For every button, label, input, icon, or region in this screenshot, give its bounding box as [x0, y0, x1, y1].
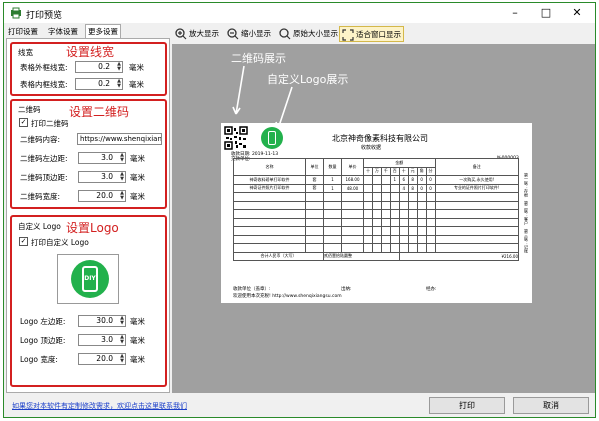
logo-left-margin-label: Logo 左边距: [20, 317, 66, 326]
zoom-in-button[interactable]: 放大显示 [175, 26, 219, 42]
receipt-side-note: 第一联：存根 第二联：客户 第三联：记账 [524, 173, 529, 253]
line-width-group: 线宽 设置线宽 表格外框线宽: 0.2 ▲ ▼ 毫米 表格内框线宽: 0.2 ▲ ▼ 毫… [10, 42, 167, 96]
unit-label: 毫米 [129, 80, 144, 89]
tab-print-settings[interactable]: 打印设置 [6, 25, 40, 38]
magnifier-icon [279, 28, 291, 40]
outer-line-input[interactable]: 0.2 ▲ ▼ [75, 61, 123, 73]
qr-code-group: 二维码 设置二维码 ✓ 打印二维码 二维码内容: https://www.she… [10, 99, 167, 209]
qr-top-margin-input[interactable]: 3.0 ▲ ▼ [78, 171, 126, 183]
zoom-out-icon [227, 28, 239, 40]
qr-left-margin-input[interactable]: 3.0 ▲ ▼ [78, 152, 126, 164]
unit-label: 毫米 [129, 63, 144, 72]
print-logo-label: 打印自定义 Logo [31, 238, 89, 247]
receipt-cashier: 出纳: [341, 287, 352, 292]
fit-window-button[interactable]: 适合窗口显示 [339, 26, 404, 42]
printer-icon [11, 7, 21, 19]
logo-width-label: Logo 宽度: [20, 355, 58, 364]
annotation-qr-code: 设置二维码 [69, 105, 130, 119]
print-logo-checkbox[interactable]: ✓ [19, 237, 28, 246]
print-qr-label: 打印二维码 [31, 119, 69, 128]
qr-content-input[interactable]: https://www.shenqixiangsu.com [77, 133, 162, 145]
inner-line-input[interactable]: 0.2 ▲ ▼ [75, 78, 123, 90]
print-button[interactable]: 打印 [429, 397, 505, 414]
unit-label: 毫米 [130, 355, 145, 364]
logo-group: 自定义 Logo 设置Logo ✓ 打印自定义 Logo DIY Logo 左边… [10, 215, 167, 387]
table-row [233, 234, 519, 244]
settings-tabs: 打印设置 字体设置 更多设置 [6, 24, 170, 38]
phone-icon: DIY [82, 266, 98, 292]
qr-code-icon [224, 126, 248, 150]
receipt-company: 北京神奇像素科技有限公司 [332, 134, 428, 143]
maximize-button[interactable]: □ [531, 3, 561, 23]
logo-top-margin-label: Logo 顶边距: [20, 336, 66, 345]
logo-width-input[interactable]: 20.0 ▲ ▼ [78, 353, 126, 365]
qr-top-margin-label: 二维码顶边距: [20, 173, 68, 182]
zoom-in-icon [175, 28, 187, 40]
table-row [233, 217, 519, 227]
receipt-payee: 收款单位（盖章）: [233, 287, 271, 292]
phone-icon [268, 131, 276, 145]
qr-content-label: 二维码内容: [20, 135, 61, 144]
group-header: 线宽 [18, 48, 33, 57]
contact-link[interactable]: 如果您对本软件有定制修改需求，欢迎点击这里联系我们 [12, 401, 187, 411]
receipt-page: 北京神奇像素科技有限公司 收款收据 收款日期: 2019-11-13 交款单位:… [221, 123, 532, 303]
receipt-table: 名称 单位 数量 单价 金额 备注 十万千百十元角分 神奇收料磅单打印软件套 1 168.00… [233, 158, 520, 261]
annotation-logo: 设置Logo [66, 221, 119, 235]
unit-label: 毫米 [130, 192, 145, 201]
table-row [233, 209, 519, 219]
qr-width-label: 二维码宽度: [20, 192, 61, 201]
unit-label: 毫米 [130, 173, 145, 182]
print-preview-window: 打印预览 – □ ✕ 打印设置 字体设置 更多设置 线宽 设置线宽 表格外框线宽… [3, 2, 596, 418]
qr-width-input[interactable]: 20.0 ▲ ▼ [78, 190, 126, 202]
logo-top-margin-input[interactable]: 3.0 ▲ ▼ [78, 334, 126, 346]
qr-left-margin-label: 二维码左边距: [20, 154, 68, 163]
minimize-button[interactable]: – [500, 3, 530, 23]
zoom-out-button[interactable]: 缩小显示 [227, 26, 271, 42]
receipt-handler: 经办: [426, 287, 437, 292]
window-title: 打印预览 [26, 11, 63, 21]
print-qr-checkbox[interactable]: ✓ [19, 118, 28, 127]
tab-font-settings[interactable]: 字体设置 [46, 25, 80, 38]
inner-line-label: 表格内框线宽: [20, 80, 68, 89]
logo-preview: DIY [57, 254, 119, 304]
original-size-button[interactable]: 原始大小显示 [279, 26, 338, 42]
unit-label: 毫米 [130, 154, 145, 163]
table-row: 神奇证件照片打印软件套 1 48.00 4 8 0 0 专业的证件照片打印软件! [233, 183, 519, 193]
table-row [233, 226, 519, 236]
receipt-logo [261, 127, 283, 149]
table-row [233, 243, 519, 253]
tab-more-settings[interactable]: 更多设置 [85, 24, 121, 38]
cancel-button[interactable]: 取消 [513, 397, 589, 414]
preview-toolbar: 放大显示 缩小显示 原始大小显示 适合窗口显示 [172, 24, 595, 44]
annotation-line-width: 设置线宽 [66, 45, 115, 59]
receipt-welcome: 欢迎使用本次充税! http://www.shenqixiangsu.com [233, 294, 342, 299]
status-bar: 如果您对本软件有定制修改需求，欢迎点击这里联系我们 打印 取消 [6, 393, 595, 417]
logo-circle: DIY [71, 260, 109, 298]
fit-window-icon [342, 29, 354, 41]
outer-line-label: 表格外框线宽: [20, 63, 68, 72]
preview-area[interactable]: 二维码展示 自定义Logo展示 北京神奇像素科技有限公司 收款收据 收款日期: … [172, 44, 595, 393]
close-button[interactable]: ✕ [562, 3, 592, 23]
unit-label: 毫米 [130, 336, 145, 345]
group-header: 二维码 [18, 105, 41, 114]
logo-left-margin-input[interactable]: 30.0 ▲ ▼ [78, 315, 126, 327]
total-row: 合计人民币（大写） 贰佰壹拾陆圆整 ¥216.00 [233, 251, 520, 261]
receipt-subtitle: 收款收据 [361, 145, 382, 151]
table-row [233, 192, 519, 202]
table-row: 神奇收料磅单打印软件套 1 168.00 1 6 8 0 0 一次购买,永久使用! [233, 175, 519, 185]
unit-label: 毫米 [130, 317, 145, 326]
group-header: 自定义 Logo [18, 222, 61, 231]
table-row [233, 200, 519, 210]
settings-panel: 线宽 设置线宽 表格外框线宽: 0.2 ▲ ▼ 毫米 表格内框线宽: 0.2 ▲ ▼ 毫… [6, 38, 170, 393]
title-bar: 打印预览 – □ ✕ [4, 3, 595, 23]
